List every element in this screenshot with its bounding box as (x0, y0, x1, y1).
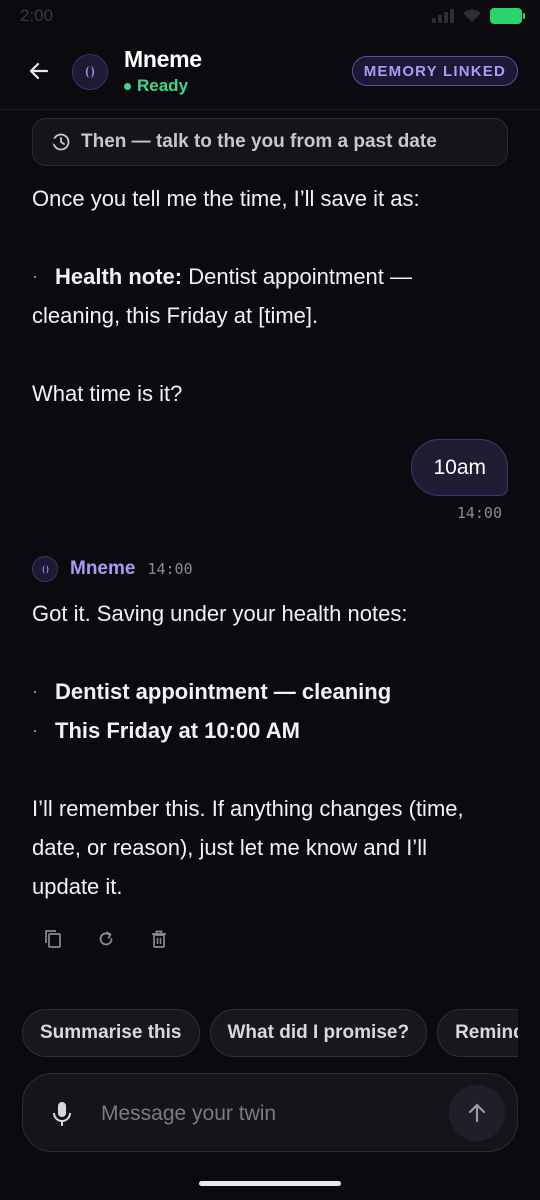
bot-avatar (32, 556, 58, 582)
bullet-continuation: cleaning, this Friday at [time]. (32, 303, 319, 328)
message-composer (22, 1073, 518, 1152)
chip-what-did-i-promise[interactable]: What did I promise? (209, 1009, 428, 1057)
signal-icon (432, 9, 454, 23)
bot-message: Got it. Saving under your health notes: … (32, 594, 512, 906)
status-icons (432, 8, 525, 24)
user-message-text: 10am (433, 455, 486, 479)
chat-title: Mneme (124, 46, 202, 72)
message-line: Got it. Saving under your health notes: (32, 601, 408, 626)
wifi-icon (463, 9, 481, 22)
back-button[interactable] (24, 56, 54, 86)
list-item: · This Friday at 10:00 AM (32, 711, 512, 750)
message-line: update it. (32, 874, 123, 899)
history-icon (51, 133, 70, 151)
message-line: date, or reason), just let me know and I… (32, 835, 427, 860)
chip-summarise[interactable]: Summarise this (22, 1009, 200, 1057)
then-mode-pill[interactable]: Then — talk to the you from a past date (32, 118, 508, 166)
mneme-logo-icon (86, 66, 94, 78)
regenerate-button[interactable] (95, 928, 117, 950)
bot-message-meta: Mneme 14:00 (32, 556, 193, 582)
message-line: Once you tell me the time, I’ll save it … (32, 186, 420, 211)
bot-name: Mneme (70, 558, 136, 579)
bot-message-time: 14:00 (147, 560, 193, 578)
bullet-label: Health note: (55, 264, 183, 289)
refresh-icon (99, 931, 113, 946)
list-item: · Dentist appointment — cleaning (32, 672, 512, 711)
chip-remind-me[interactable]: Remind me (437, 1009, 518, 1057)
arrow-left-icon (29, 62, 49, 80)
mneme-logo-icon (42, 564, 48, 574)
status-dot (124, 82, 131, 90)
message-input[interactable] (101, 1096, 431, 1132)
trash-icon (152, 930, 166, 948)
bullet-text: This Friday at 10:00 AM (55, 718, 300, 743)
status-label: Ready (137, 76, 189, 95)
bullet-text: Dentist appointment — cleaning (55, 679, 392, 704)
status-bar: 2:00 (0, 0, 540, 34)
status-time: 2:00 (20, 6, 54, 25)
chat-header: Mneme Ready MEMORY LINKED (0, 34, 540, 110)
copy-icon (45, 930, 61, 948)
message-question: What time is it? (32, 381, 183, 406)
suggestion-chips: Summarise this What did I promise? Remin… (22, 1009, 518, 1057)
mic-button[interactable] (51, 1101, 73, 1127)
battery-icon (490, 8, 525, 24)
avatar[interactable] (72, 54, 108, 90)
arrow-up-icon (468, 1103, 486, 1123)
message-actions (42, 928, 170, 950)
send-button[interactable] (449, 1085, 505, 1141)
message-line: I’ll remember this. If anything changes … (32, 796, 464, 821)
presence-status: Ready (124, 76, 188, 96)
user-message-time: 14:00 (456, 504, 502, 522)
bot-message-previous: Once you tell me the time, I’ll save it … (32, 179, 512, 413)
copy-button[interactable] (42, 928, 64, 950)
list-item: · Health note: Dentist appointment — (32, 264, 413, 289)
mic-icon (53, 1102, 71, 1126)
then-pill-label: Then — talk to the you from a past date (81, 131, 437, 152)
memory-linked-badge[interactable]: MEMORY LINKED (351, 56, 518, 86)
user-message-bubble[interactable]: 10am (411, 439, 508, 496)
home-indicator[interactable] (199, 1181, 341, 1186)
bullet-text: Dentist appointment — (182, 264, 413, 289)
delete-button[interactable] (148, 928, 170, 950)
